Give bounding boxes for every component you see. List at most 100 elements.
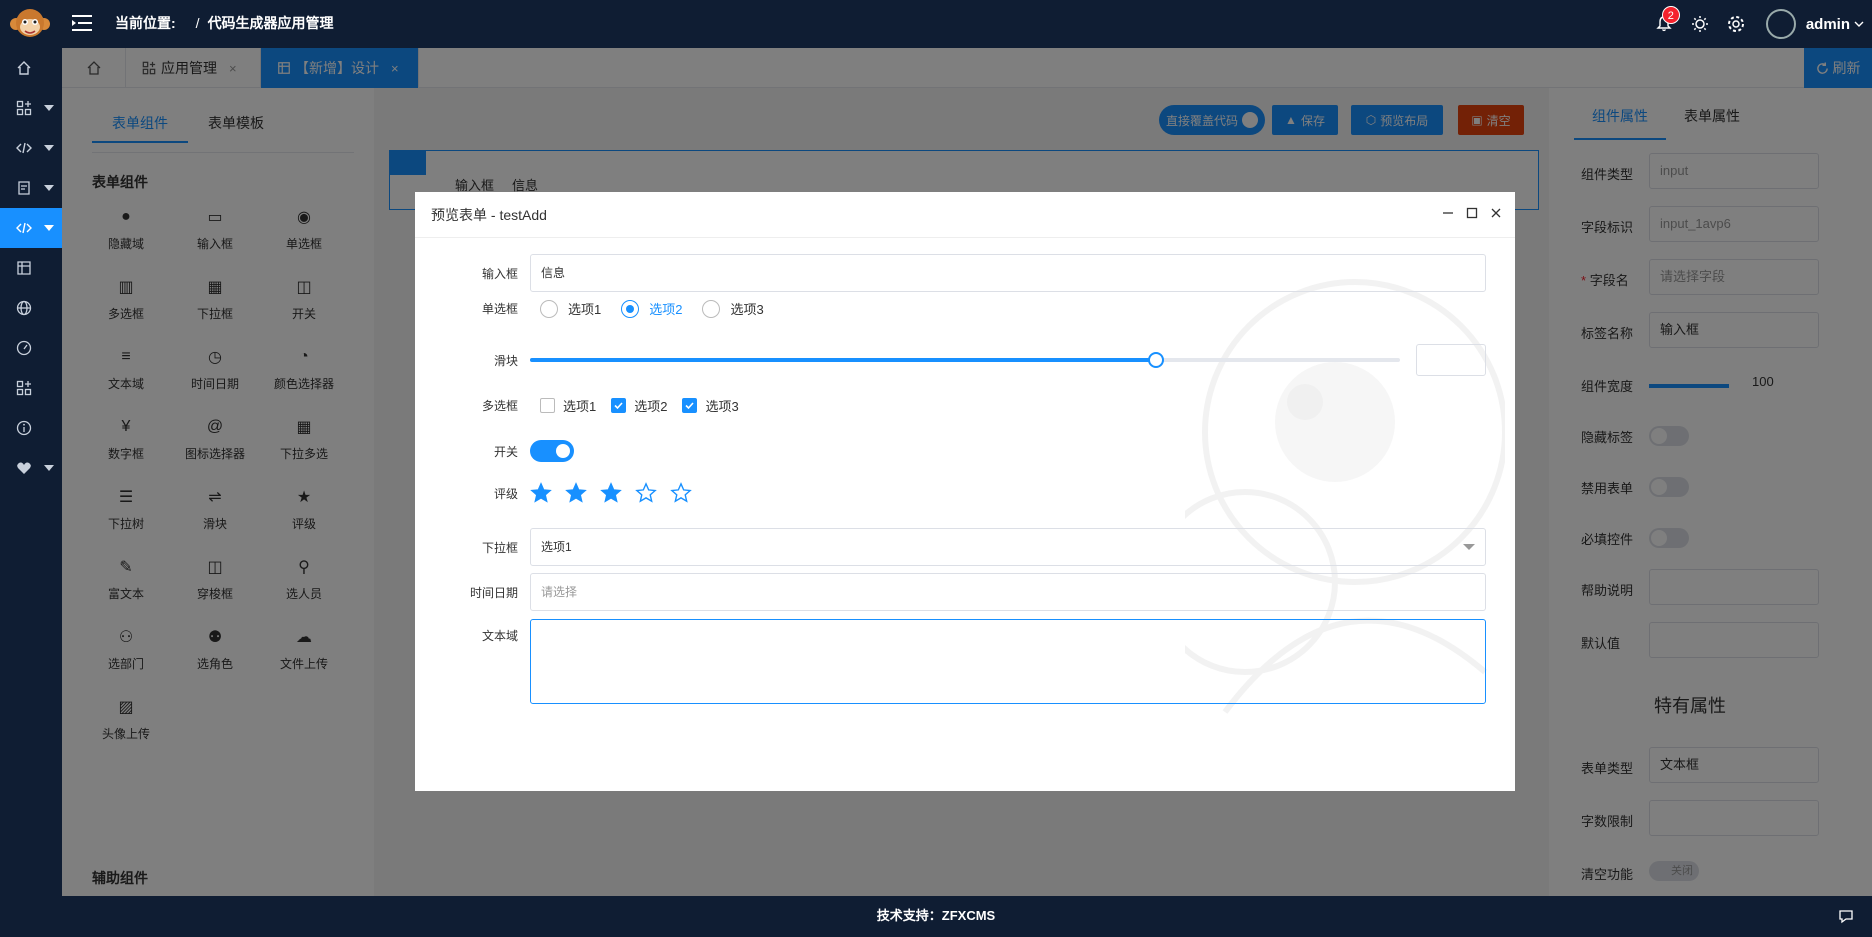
nav-info[interactable] (0, 408, 62, 448)
checkbox[interactable] (540, 398, 555, 413)
caret-down-icon (44, 185, 54, 191)
info-icon (16, 420, 32, 436)
nav-favorites[interactable] (0, 448, 62, 488)
caret-down-icon (44, 465, 54, 471)
nav-home[interactable] (0, 48, 62, 88)
form-row-textarea: 文本域 (415, 619, 1515, 704)
nav-tables[interactable] (0, 248, 62, 288)
rating-star-icon[interactable] (530, 482, 552, 504)
select-value: 选项1 (541, 540, 572, 554)
radio-option[interactable]: 选项3 (702, 299, 764, 318)
slider-thumb[interactable] (1148, 352, 1165, 368)
form-row-rate: 评级 (415, 482, 1515, 504)
apps-icon (16, 100, 32, 116)
notification-badge: 2 (1661, 6, 1680, 24)
table-icon (16, 260, 32, 276)
globe-icon (16, 300, 32, 316)
header-actions: 2 admin (1646, 0, 1872, 48)
select-label: 下拉框 (481, 540, 518, 555)
rating-star-icon[interactable] (565, 482, 587, 504)
heart-icon (16, 460, 32, 476)
slider[interactable] (530, 350, 1400, 370)
rating-star-icon[interactable] (635, 482, 657, 504)
nav-code-generator[interactable] (0, 208, 62, 248)
location-label: 当前位置: (115, 15, 176, 31)
document-icon (16, 180, 32, 196)
radio-button[interactable] (702, 299, 721, 318)
footer-text: 技术支持：ZFXCMS (876, 908, 996, 923)
checkbox-label: 多选框 (481, 399, 518, 413)
dialog-title: 预览表单 - testAdd (431, 206, 547, 223)
checkbox[interactable] (682, 398, 698, 413)
nav-dashboard[interactable] (0, 328, 62, 368)
rate-label: 评级 (493, 486, 518, 501)
dialog-header: 预览表单 - testAdd (415, 192, 1515, 238)
textarea-label: 文本域 (481, 629, 518, 643)
nav-code[interactable] (0, 128, 62, 168)
checkbox[interactable] (611, 398, 627, 413)
date-label: 时间日期 (469, 585, 518, 600)
theme-sun-icon[interactable] (1682, 0, 1718, 48)
form-row-radio: 单选框 选项1 选项2 选项3 (415, 299, 1515, 318)
chat-icon[interactable] (1838, 908, 1854, 924)
avatar[interactable] (1765, 9, 1796, 39)
form-row-select: 下拉框 选项1 (415, 528, 1515, 566)
form-row-input: 输入框 信息 (415, 254, 1515, 292)
slider-number-input[interactable] (1416, 344, 1486, 376)
form-row-slider: 滑块 (415, 344, 1515, 376)
radio-button[interactable] (621, 299, 640, 318)
nav-globe[interactable] (0, 288, 62, 328)
rating-star-icon[interactable] (600, 482, 622, 504)
nav-document[interactable] (0, 168, 62, 208)
slider-fill (530, 358, 1157, 362)
checkbox-option[interactable]: 选项2 (611, 396, 667, 415)
footer: 技术支持：ZFXCMS (0, 896, 1872, 937)
radio-option-label: 选项1 (568, 302, 602, 317)
date-picker-input[interactable]: 请选择 (530, 573, 1486, 611)
breadcrumb-separator: / (195, 15, 200, 31)
maximize-icon[interactable] (1465, 206, 1479, 220)
apps-icon (16, 380, 32, 396)
radio-label: 单选框 (481, 302, 518, 316)
caret-down-icon (44, 105, 54, 111)
toggle-switch[interactable] (530, 440, 574, 462)
textarea[interactable] (530, 619, 1486, 704)
radio-button[interactable] (540, 299, 558, 318)
input-label: 输入框 (481, 266, 518, 281)
checkbox-option-label: 选项3 (705, 399, 739, 414)
menu-toggle-icon[interactable] (72, 14, 92, 32)
checkbox-option-label: 选项2 (634, 399, 668, 414)
switch-label: 开关 (493, 444, 518, 459)
minimize-icon[interactable] (1441, 206, 1455, 220)
radio-option[interactable]: 选项2 (621, 299, 682, 318)
form-row-checkbox: 多选框 选项1 选项2 选项3 (415, 396, 1515, 415)
username[interactable]: admin (1806, 16, 1850, 33)
close-icon[interactable] (1489, 206, 1503, 220)
nav-modules[interactable] (0, 368, 62, 408)
chevron-down-icon[interactable] (1854, 19, 1864, 29)
form-row-date: 时间日期 请选择 (415, 573, 1515, 611)
checkbox-option[interactable]: 选项1 (540, 396, 596, 415)
radio-option-label: 选项2 (649, 302, 683, 317)
code-icon (16, 140, 32, 156)
radio-group: 选项1 选项2 选项3 (530, 299, 784, 318)
nav-apps[interactable] (0, 88, 62, 128)
checkbox-group: 选项1 选项2 选项3 (530, 396, 754, 415)
form-row-switch: 开关 (415, 440, 1515, 462)
slider-label: 滑块 (493, 353, 518, 368)
rating (530, 482, 692, 504)
checkbox-option-label: 选项1 (563, 399, 597, 414)
rating-star-icon[interactable] (670, 482, 692, 504)
notification-bell[interactable]: 2 (1646, 0, 1682, 48)
radio-option[interactable]: 选项1 (540, 299, 601, 318)
gauge-icon (16, 340, 32, 356)
breadcrumb-item[interactable]: 代码生成器应用管理 (208, 15, 334, 31)
code-icon (16, 220, 32, 236)
text-input[interactable]: 信息 (530, 254, 1486, 292)
select-box[interactable]: 选项1 (530, 528, 1486, 566)
breadcrumb: 当前位置: / 代码生成器应用管理 (115, 0, 334, 46)
settings-gear-icon[interactable] (1718, 0, 1754, 48)
top-bar: 当前位置: / 代码生成器应用管理 2 admin (0, 0, 1872, 48)
checkbox-option[interactable]: 选项3 (682, 396, 739, 415)
monkey-logo[interactable] (0, 0, 60, 48)
